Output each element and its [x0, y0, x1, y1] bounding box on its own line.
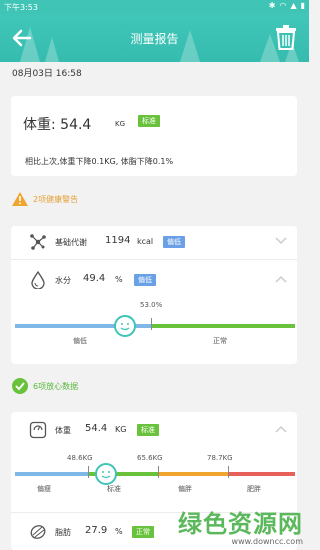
- watermark: 绿色资源网 www.downcc.com: [178, 504, 303, 546]
- item-unit: KG: [115, 425, 127, 434]
- scale-segment-underweight: [15, 472, 88, 476]
- item-unit: %: [115, 527, 123, 536]
- status-icons: ✱ ◠ ▲ ▮: [269, 1, 305, 10]
- weight-unit: KG: [115, 120, 126, 128]
- scale-label-obese: 肥胖: [247, 485, 261, 493]
- water-value-label: 53.0%: [140, 301, 163, 309]
- status-bar: 下午3:53 ✱ ◠ ▲ ▮: [0, 0, 309, 14]
- scale-segment-obese: [228, 472, 295, 476]
- battery-icon: ▮: [300, 1, 305, 10]
- list-item-weight[interactable]: 体重 54.4 KG 标准: [11, 414, 297, 446]
- ok-section-title: 6项放心数据: [33, 381, 79, 391]
- wifi-icon: ◠: [279, 1, 287, 10]
- list-item-basal-metabolism[interactable]: 基础代谢 1194 kcal 偏低: [11, 226, 297, 258]
- chevron-down-icon[interactable]: [275, 237, 287, 245]
- item-name: 体重: [55, 426, 71, 435]
- ok-section-header: 6项放心数据: [12, 378, 78, 394]
- weight-status-badge: 标准: [138, 115, 160, 127]
- item-status-badge: 标准: [137, 424, 159, 436]
- watermark-title: 绿色资源网: [178, 510, 303, 538]
- scale-tick-label: 65.6KG: [137, 454, 163, 462]
- warning-icon: [12, 192, 28, 206]
- report-datetime: 08月03日 16:58: [12, 69, 82, 79]
- app-bar: 测量报告: [0, 14, 309, 62]
- smiley-indicator-icon: [114, 315, 136, 337]
- water-drop-icon: [31, 271, 45, 289]
- scale-tick: [88, 466, 89, 478]
- weight-compare-text: 相比上次,体重下降0.1KG, 体脂下降0.1%: [25, 157, 174, 166]
- page-title: 测量报告: [130, 32, 179, 46]
- item-name: 脂肪: [55, 528, 71, 537]
- status-time: 下午3:53: [4, 3, 38, 12]
- divider: [11, 259, 297, 260]
- signal-icon: ▲: [290, 1, 297, 10]
- scale-label-standard: 标准: [107, 485, 121, 493]
- molecule-icon: [30, 234, 46, 250]
- scale-label-low: 偏低: [73, 337, 87, 345]
- list-item-water[interactable]: 水分 49.4 % 偏低: [11, 264, 297, 296]
- item-value: 54.4: [85, 423, 108, 434]
- smiley-indicator-icon: [95, 463, 117, 485]
- bluetooth-icon: ✱: [268, 1, 276, 10]
- item-unit: %: [115, 275, 123, 284]
- scale-icon: [29, 421, 47, 439]
- weight-summary-card: 体重: 54.4 KG 标准 相比上次,体重下降0.1KG, 体脂下降0.1%: [11, 96, 297, 176]
- item-unit: kcal: [137, 237, 154, 246]
- fat-icon: [30, 525, 46, 539]
- item-status-badge: 偏低: [163, 236, 185, 248]
- scale-tick: [151, 318, 152, 330]
- scale-tick: [228, 466, 229, 478]
- weight-label: 体重: 54.4: [23, 117, 92, 133]
- scale-segment-overweight: [158, 472, 228, 476]
- scale-tick-label: 78.7KG: [207, 454, 233, 462]
- scale-tick-label: 48.6KG: [67, 454, 93, 462]
- warning-section-title: 2项健康警告: [33, 194, 79, 204]
- warning-card: 基础代谢 1194 kcal 偏低 水分 49.4 % 偏低 53.0% 偏低 …: [11, 226, 297, 364]
- chevron-up-icon[interactable]: [275, 425, 287, 433]
- item-value: 27.9: [85, 525, 108, 536]
- item-name: 基础代谢: [55, 238, 87, 247]
- warning-section-header: 2项健康警告: [12, 192, 78, 206]
- check-circle-icon: [12, 378, 28, 394]
- scale-tick: [158, 466, 159, 478]
- chevron-up-icon[interactable]: [275, 275, 287, 283]
- scale-label-underweight: 偏瘦: [37, 485, 51, 493]
- item-value: 49.4: [83, 273, 106, 284]
- scale-label-overweight: 偏胖: [178, 485, 192, 493]
- scale-segment-normal: [151, 324, 295, 328]
- item-value: 1194: [105, 235, 131, 246]
- item-name: 水分: [55, 276, 71, 285]
- trash-icon[interactable]: [275, 24, 297, 50]
- item-status-badge: 正常: [132, 526, 154, 538]
- scale-label-normal: 正常: [213, 337, 227, 345]
- item-status-badge: 偏低: [134, 274, 156, 286]
